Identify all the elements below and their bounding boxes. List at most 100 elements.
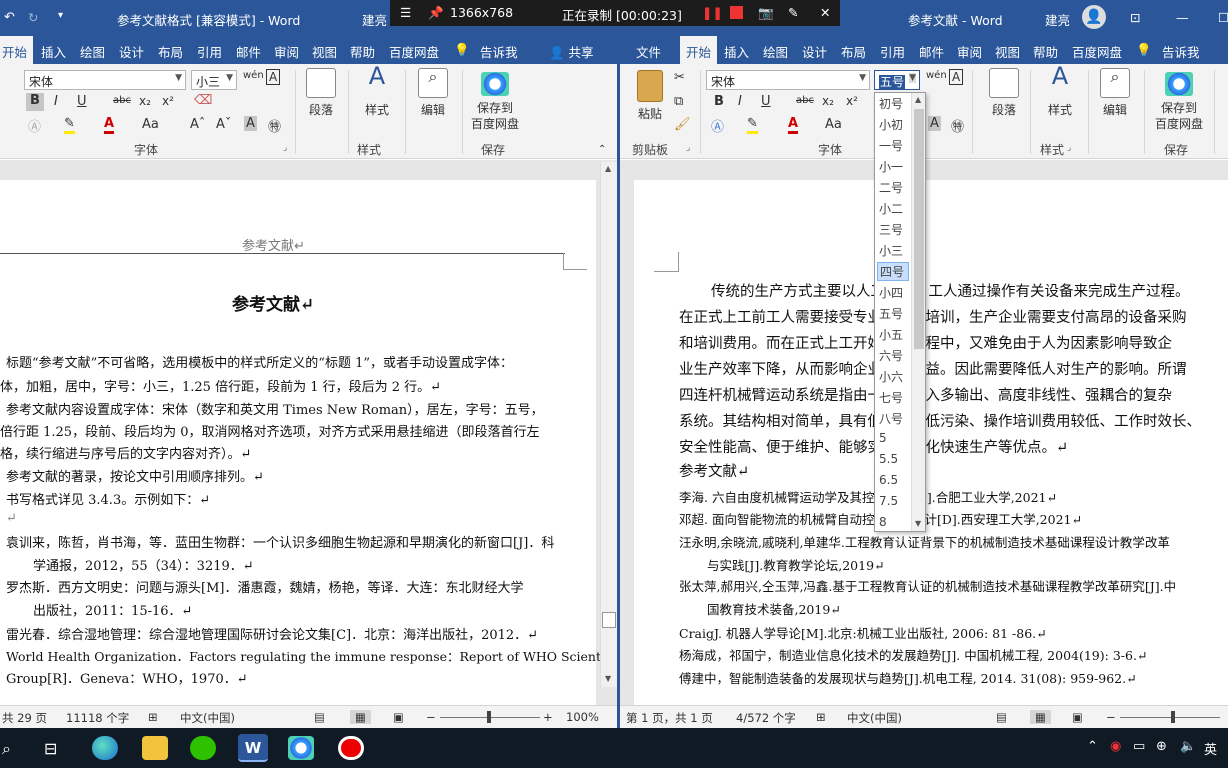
edit-button[interactable]: ⌕ 编辑 (1094, 68, 1136, 118)
tab-insert[interactable]: 插入 (41, 42, 66, 61)
left-user[interactable]: 建亮 (362, 10, 387, 29)
tab-layout[interactable]: 布局 (841, 42, 866, 61)
zoom-slider[interactable] (1120, 717, 1220, 718)
maximize-icon[interactable]: ☐ (1218, 10, 1228, 25)
styles-button[interactable]: A 样式 (1038, 64, 1082, 118)
undo-icon[interactable]: ↶ (4, 10, 15, 25)
font-size-option[interactable]: 二号 (879, 179, 903, 196)
zoom-level[interactable]: 100% (566, 710, 599, 724)
font-size-option[interactable]: 小五 (879, 326, 903, 343)
zoom-slider-thumb[interactable] (1171, 711, 1175, 723)
font-size-option[interactable]: 八号 (879, 410, 903, 427)
font-size-dropdown[interactable]: 初号 小初 一号 小一 二号 小二 三号 小三 四号 小四 五号 小五 六号 小… (874, 92, 926, 532)
share-button[interactable]: 👤 共享 (549, 42, 594, 61)
tab-help[interactable]: 帮助 (1033, 42, 1058, 61)
strikethrough-button[interactable]: abc (796, 95, 814, 106)
font-size-option[interactable]: 小二 (879, 200, 903, 217)
zoom-in-icon[interactable]: + (543, 710, 553, 724)
tab-design[interactable]: 设计 (119, 42, 144, 61)
styles-dialog-launcher-icon[interactable]: ⌟ (1067, 143, 1071, 153)
task-view-icon[interactable]: ⊟ (44, 739, 57, 758)
highlight-icon[interactable]: ✎ (747, 116, 758, 134)
tab-baidu[interactable]: 百度网盘 (389, 42, 439, 61)
font-size-option[interactable]: 8 (879, 515, 887, 529)
lightbulb-icon[interactable]: 💡 (454, 42, 470, 58)
zoom-out-icon[interactable]: − (426, 710, 436, 724)
font-size-value[interactable]: 五号 (879, 75, 906, 89)
char-border-icon[interactable]: A (266, 69, 281, 85)
wechat-icon[interactable] (190, 736, 216, 760)
zoom-out-icon[interactable]: − (1106, 710, 1116, 724)
styles-button[interactable]: A 样式 (355, 64, 399, 118)
tab-draw[interactable]: 绘图 (763, 42, 788, 61)
tab-design[interactable]: 设计 (802, 42, 827, 61)
tab-home[interactable]: 开始 (0, 36, 34, 64)
print-layout-icon[interactable]: ▦ (1030, 710, 1051, 724)
paragraph-button[interactable]: 段落 (983, 68, 1025, 118)
tell-me[interactable]: 告诉我 (1162, 42, 1200, 61)
pause-icon[interactable]: ❚❚ (702, 5, 723, 20)
cut-icon[interactable]: ✂ (674, 70, 685, 85)
camera-icon[interactable]: 📷 (758, 5, 774, 21)
tab-mailings[interactable]: 邮件 (236, 42, 261, 61)
tab-view[interactable]: 视图 (312, 42, 337, 61)
paste-button[interactable]: 粘贴 (630, 70, 670, 122)
word-count[interactable]: 4/572 个字 (736, 710, 796, 726)
lightbulb-icon[interactable]: 💡 (1136, 42, 1152, 58)
highlight-icon[interactable]: ✎ (64, 116, 75, 134)
tab-layout[interactable]: 布局 (158, 42, 183, 61)
tab-review[interactable]: 审阅 (274, 42, 299, 61)
tab-home[interactable]: 开始 (680, 36, 718, 64)
tab-references[interactable]: 引用 (197, 42, 222, 61)
clear-format-icon[interactable]: ⌫ (194, 93, 212, 108)
right-user-name[interactable]: 建亮 (1045, 10, 1070, 29)
font-name-combo[interactable]: 宋体 ▼ (24, 70, 186, 90)
font-color-icon[interactable]: A (104, 116, 115, 134)
tab-insert[interactable]: 插入 (724, 42, 749, 61)
file-explorer-icon[interactable] (142, 736, 168, 760)
underline-button[interactable]: U (761, 94, 771, 109)
font-size-option[interactable]: 六号 (879, 347, 903, 364)
tray-network-icon[interactable]: ▭ (1133, 739, 1145, 754)
chevron-down-icon[interactable]: ▼ (909, 73, 916, 83)
edit-button[interactable]: ⌕ 编辑 (412, 68, 454, 118)
tab-references[interactable]: 引用 (880, 42, 905, 61)
page-count[interactable]: 共 29 页 (2, 710, 47, 726)
font-size-option[interactable]: 一号 (879, 137, 903, 154)
tab-help[interactable]: 帮助 (350, 42, 375, 61)
font-size-combo[interactable]: 小三 ▼ (191, 70, 237, 90)
web-layout-icon[interactable]: ▣ (1072, 710, 1083, 724)
copy-icon[interactable]: ⧉ (674, 94, 683, 109)
input-language[interactable]: 英 (1204, 739, 1217, 758)
font-name-combo[interactable]: 宋体 ▼ (706, 70, 870, 90)
save-baidu-button[interactable]: 保存到 百度网盘 (466, 72, 524, 132)
tab-baidu[interactable]: 百度网盘 (1072, 42, 1122, 61)
font-size-option[interactable]: 小六 (879, 368, 903, 385)
pinyin-icon[interactable]: wén (926, 70, 947, 81)
change-case-icon[interactable]: Aa (142, 117, 159, 132)
char-border-icon[interactable]: A (949, 69, 964, 85)
enclose-char-icon[interactable]: ㊕ (951, 116, 964, 135)
paragraph-button[interactable]: 段落 (300, 68, 342, 118)
char-shading-icon[interactable]: A (244, 116, 257, 131)
font-size-option[interactable]: 小三 (879, 242, 903, 259)
scroll-thumb[interactable] (602, 612, 616, 628)
clipboard-dialog-launcher-icon[interactable]: ⌟ (686, 143, 690, 153)
enclose-char-icon[interactable]: ㊕ (268, 116, 281, 135)
underline-button[interactable]: U (77, 94, 87, 109)
web-layout-icon[interactable]: ▣ (393, 710, 404, 724)
proofing-icon[interactable]: ⊞ (816, 710, 826, 724)
font-size-option[interactable]: 5.5 (879, 452, 898, 466)
scroll-up-icon[interactable]: ▲ (605, 164, 611, 173)
grow-font-icon[interactable]: Aˆ (190, 117, 205, 132)
language[interactable]: 中文(中国) (180, 710, 235, 726)
font-size-option-highlighted[interactable]: 四号 (877, 262, 909, 281)
pen-icon[interactable]: ✎ (788, 5, 798, 20)
dropdown-scrollbar[interactable]: ▲ ▼ (911, 93, 925, 531)
font-size-option[interactable]: 三号 (879, 221, 903, 238)
bold-button[interactable]: B (714, 94, 724, 109)
italic-button[interactable]: I (54, 94, 58, 109)
left-vertical-scrollbar[interactable]: ▲ ▼ (600, 162, 617, 687)
read-mode-icon[interactable]: ▤ (314, 710, 325, 724)
scroll-down-icon[interactable]: ▼ (915, 519, 921, 528)
